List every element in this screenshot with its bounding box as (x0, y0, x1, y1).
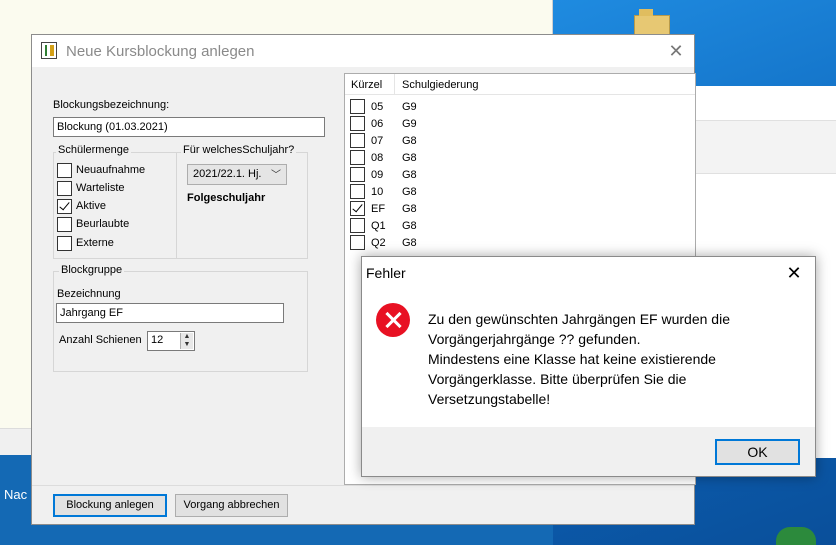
list-item[interactable]: 10 G8 (345, 183, 695, 200)
row-checkbox[interactable] (350, 99, 365, 114)
checkbox-beurlaubte[interactable] (57, 217, 72, 232)
row-checkbox[interactable] (350, 235, 365, 250)
stepper-buttons: ▲ ▼ (180, 333, 193, 349)
row-structure: G8 (402, 220, 417, 232)
row-structure: G8 (402, 203, 417, 215)
error-close-icon[interactable]: ✕ (778, 260, 810, 286)
error-message-line: Versetzungstabelle! (428, 391, 551, 407)
error-dialog-footer: OK (362, 427, 815, 476)
checkbox-label: Aktive (76, 200, 106, 212)
block-group-name-input[interactable]: Jahrgang EF (56, 303, 284, 323)
column-header-code[interactable]: Kürzel (351, 79, 382, 91)
school-year-selected: 2021/22.1. Hj. (193, 168, 262, 180)
following-year-note: Folgeschuljahr (187, 192, 266, 204)
tray-app-icon[interactable] (776, 527, 816, 545)
error-message-line: Vorgängerklasse. Bitte überprüfen Sie di… (428, 371, 687, 387)
row-checkbox[interactable] (350, 150, 365, 165)
row-structure: G8 (402, 152, 417, 164)
row-checkbox[interactable] (350, 116, 365, 131)
row-checkbox[interactable] (350, 133, 365, 148)
background-window-2-toolbar (694, 120, 836, 174)
dialog-title-bar[interactable]: Neue Kursblockung anlegen ✕ (32, 35, 694, 67)
checkbox-label: Warteliste (76, 182, 125, 194)
row-structure: G8 (402, 237, 417, 249)
ok-button[interactable]: OK (715, 439, 800, 465)
row-code: EF (371, 203, 386, 215)
dialog-title: Neue Kursblockung anlegen (66, 43, 255, 60)
row-structure: G9 (402, 118, 417, 130)
list-header: Kürzel Schulgiederung (345, 74, 695, 95)
list-item[interactable]: Q2 G8 (345, 234, 695, 251)
rails-count-stepper[interactable]: 12 ▲ ▼ (147, 331, 195, 351)
checkbox-aktive[interactable] (57, 199, 72, 214)
checkbox-label: Beurlaubte (76, 218, 130, 230)
blocking-name-input[interactable]: Blockung (01.03.2021) (53, 117, 325, 137)
stepper-up-icon[interactable]: ▲ (181, 333, 193, 341)
list-item[interactable]: EF G8 (345, 200, 695, 217)
list-item[interactable]: 05 G9 (345, 98, 695, 115)
school-year-title: Für welchesSchuljahr? (181, 144, 297, 156)
error-dialog: Fehler ✕ Zu den gewünschten Jahrgängen E… (361, 256, 816, 477)
chevron-down-icon: ﹀ (271, 170, 281, 181)
row-structure: G8 (402, 186, 417, 198)
row-code: Q2 (371, 237, 386, 249)
error-message: Zu den gewünschten Jahrgängen EF wurden … (428, 309, 798, 409)
row-checkbox[interactable] (350, 218, 365, 233)
error-message-line: Vorgängerjahrgänge ?? gefunden. (428, 331, 641, 347)
row-structure: G8 (402, 135, 417, 147)
row-code: 06 (371, 118, 384, 130)
column-header-structure[interactable]: Schulgiederung (402, 79, 478, 91)
checkbox-label: Externe (76, 237, 114, 249)
row-checkbox[interactable] (350, 167, 365, 182)
checkbox-neuaufnahme[interactable] (57, 163, 72, 178)
list-item[interactable]: 09 G8 (345, 166, 695, 183)
stepper-down-icon[interactable]: ▼ (181, 341, 193, 349)
row-checkbox[interactable] (350, 201, 365, 216)
block-group-name-label: Bezeichnung (57, 288, 121, 300)
list-item[interactable]: 08 G8 (345, 149, 695, 166)
list-item[interactable]: 07 G8 (345, 132, 695, 149)
rails-count-value: 12 (151, 334, 164, 346)
dialog-close-icon[interactable]: ✕ (662, 39, 690, 63)
create-blocking-button[interactable]: Blockung anlegen (53, 494, 167, 517)
rails-count-label: Anzahl Schienen (59, 334, 142, 346)
row-code: 10 (371, 186, 384, 198)
row-code: 05 (371, 101, 384, 113)
app-icon (41, 42, 57, 59)
row-structure: G8 (402, 169, 417, 181)
error-message-line: Zu den gewünschten Jahrgängen EF wurden … (428, 311, 730, 327)
row-checkbox[interactable] (350, 184, 365, 199)
row-code: 08 (371, 152, 384, 164)
blocking-name-label: Blockungsbezeichnung: (53, 99, 170, 111)
error-dialog-title: Fehler (366, 265, 406, 281)
taskbar-label: Nac (4, 487, 28, 502)
row-code: 09 (371, 169, 384, 181)
error-message-line: Mindestens eine Klasse hat keine existie… (428, 351, 716, 367)
school-year-select[interactable]: 2021/22.1. Hj. ﹀ (187, 164, 287, 185)
error-icon (376, 303, 410, 337)
column-divider[interactable] (394, 74, 395, 94)
cancel-button[interactable]: Vorgang abbrechen (175, 494, 288, 517)
student-set-title: Schülermenge (56, 144, 131, 156)
list-item[interactable]: 06 G9 (345, 115, 695, 132)
footer-divider (32, 485, 694, 486)
row-code: Q1 (371, 220, 386, 232)
row-code: 07 (371, 135, 384, 147)
checkbox-externe[interactable] (57, 236, 72, 251)
list-item[interactable]: Q1 G8 (345, 217, 695, 234)
checkbox-label: Neuaufnahme (76, 164, 146, 176)
row-structure: G9 (402, 101, 417, 113)
checkbox-warteliste[interactable] (57, 181, 72, 196)
block-group-title: Blockgruppe (59, 264, 125, 276)
